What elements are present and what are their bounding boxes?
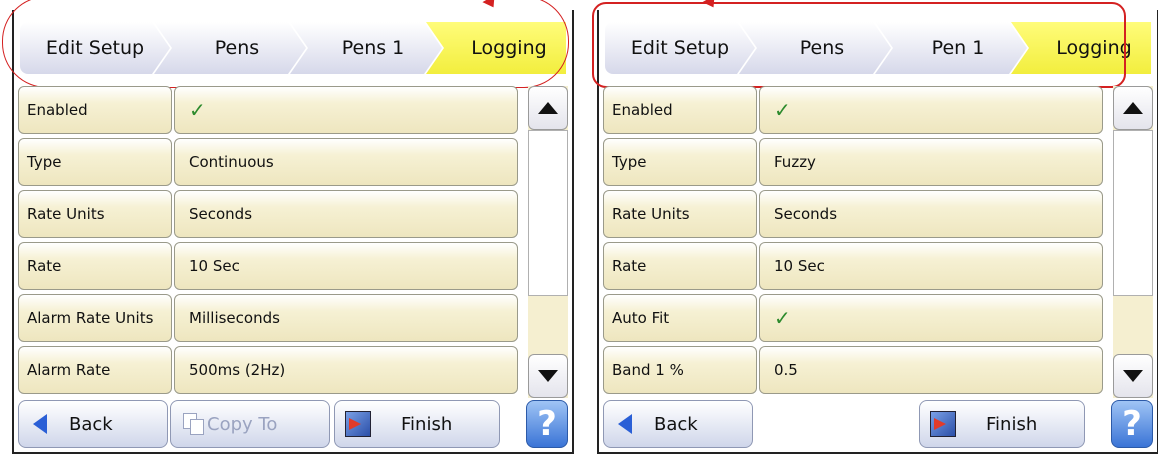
setting-row-enabled[interactable]: Enabled ✓: [603, 86, 1103, 134]
setting-value[interactable]: ✓: [759, 294, 1103, 342]
scroll-down-button[interactable]: [1113, 354, 1153, 398]
back-button[interactable]: Back: [603, 400, 753, 448]
scroll-thumb[interactable]: [1113, 130, 1153, 296]
highlight-arrow: [702, 0, 720, 11]
help-button[interactable]: ?: [1111, 400, 1153, 448]
breadcrumb: Edit Setup Pens Pens 1 Logging: [20, 16, 566, 82]
help-icon: ?: [537, 404, 557, 444]
scroll-up-button[interactable]: [528, 86, 568, 130]
setting-label: Rate Units: [603, 190, 757, 238]
setting-label: Rate: [18, 242, 172, 290]
footer-toolbar: Back Copy To Finish ?: [18, 400, 572, 450]
crumb-pen-1[interactable]: Pen 1: [875, 22, 1027, 74]
logging-screen-right: Edit Setup Pens Pen 1 Logging Enabled ✓ …: [592, 0, 1158, 454]
crumb-edit-setup[interactable]: Edit Setup: [20, 22, 170, 74]
setting-label: Enabled: [18, 86, 172, 134]
finish-label: Finish: [986, 413, 1038, 435]
setting-value[interactable]: 0.5: [759, 346, 1103, 394]
scroll-down-icon: [1123, 370, 1143, 382]
finish-button[interactable]: Finish: [334, 400, 500, 448]
scroll-up-icon: [1123, 102, 1143, 114]
crumb-label: Pens: [799, 37, 845, 59]
setting-value[interactable]: ✓: [174, 86, 518, 134]
setting-label: Alarm Rate Units: [18, 294, 172, 342]
back-label: Back: [69, 413, 113, 435]
scroll-thumb[interactable]: [528, 130, 568, 296]
setting-row-type[interactable]: Type Fuzzy: [603, 138, 1103, 186]
setting-value[interactable]: Fuzzy: [759, 138, 1103, 186]
crumb-pens[interactable]: Pens: [739, 22, 891, 74]
setting-row-enabled[interactable]: Enabled ✓: [18, 86, 518, 134]
back-arrow-icon: [618, 414, 632, 434]
setting-label: Type: [18, 138, 172, 186]
scroll-up-button[interactable]: [1113, 86, 1153, 130]
setting-label: Rate: [603, 242, 757, 290]
setting-value[interactable]: 10 Sec: [759, 242, 1103, 290]
crumb-edit-setup[interactable]: Edit Setup: [605, 22, 755, 74]
finish-icon: [930, 411, 956, 437]
breadcrumb: Edit Setup Pens Pen 1 Logging: [605, 16, 1151, 82]
crumb-label: Logging: [471, 37, 547, 59]
setting-label: Enabled: [603, 86, 757, 134]
setting-row-alarm-rate-units[interactable]: Alarm Rate Units Milliseconds: [18, 294, 518, 342]
setting-row-rate[interactable]: Rate 10 Sec: [18, 242, 518, 290]
back-button[interactable]: Back: [18, 400, 168, 448]
crumb-label: Logging: [1056, 37, 1132, 59]
scroll-down-button[interactable]: [528, 354, 568, 398]
scroll-up-icon: [538, 102, 558, 114]
crumb-label: Edit Setup: [630, 37, 730, 59]
help-button[interactable]: ?: [526, 400, 568, 448]
setting-row-auto-fit[interactable]: Auto Fit ✓: [603, 294, 1103, 342]
crumb-pens-1[interactable]: Pens 1: [290, 22, 442, 74]
setting-row-rate-units[interactable]: Rate Units Seconds: [603, 190, 1103, 238]
check-icon: ✓: [189, 98, 206, 122]
highlight-arrow: [482, 0, 500, 11]
scroll-down-icon: [538, 370, 558, 382]
setting-value[interactable]: Milliseconds: [174, 294, 518, 342]
setting-label: Rate Units: [18, 190, 172, 238]
setting-row-rate[interactable]: Rate 10 Sec: [603, 242, 1103, 290]
crumb-pens[interactable]: Pens: [154, 22, 306, 74]
setting-value[interactable]: 10 Sec: [174, 242, 518, 290]
copy-to-label: Copy To: [207, 413, 278, 435]
setting-value[interactable]: Seconds: [759, 190, 1103, 238]
setting-value[interactable]: Continuous: [174, 138, 518, 186]
finish-label: Finish: [401, 413, 453, 435]
crumb-label: Edit Setup: [45, 37, 145, 59]
setting-row-type[interactable]: Type Continuous: [18, 138, 518, 186]
back-arrow-icon: [33, 414, 47, 434]
setting-row-alarm-rate[interactable]: Alarm Rate 500ms (2Hz): [18, 346, 518, 394]
scrollbar[interactable]: [528, 86, 568, 398]
help-icon: ?: [1122, 404, 1142, 444]
setting-row-rate-units[interactable]: Rate Units Seconds: [18, 190, 518, 238]
setting-label: Type: [603, 138, 757, 186]
setting-value[interactable]: 500ms (2Hz): [174, 346, 518, 394]
check-icon: ✓: [774, 306, 791, 330]
setting-value[interactable]: Seconds: [174, 190, 518, 238]
logging-screen-left: Edit Setup Pens Pens 1 Logging Enabled ✓…: [2, 0, 574, 454]
setting-label: Auto Fit: [603, 294, 757, 342]
finish-icon: [345, 411, 371, 437]
setting-value[interactable]: ✓: [759, 86, 1103, 134]
crumb-logging[interactable]: Logging: [1011, 22, 1151, 74]
setting-label: Alarm Rate: [18, 346, 172, 394]
copy-icon: [183, 413, 205, 435]
scrollbar[interactable]: [1113, 86, 1153, 398]
footer-toolbar: Back Finish ?: [603, 400, 1157, 450]
back-label: Back: [654, 413, 698, 435]
check-icon: ✓: [774, 98, 791, 122]
setting-row-band-1[interactable]: Band 1 % 0.5: [603, 346, 1103, 394]
copy-to-button[interactable]: Copy To: [170, 400, 330, 448]
setting-label: Band 1 %: [603, 346, 757, 394]
finish-button[interactable]: Finish: [919, 400, 1085, 448]
crumb-label: Pens 1: [341, 37, 405, 59]
crumb-label: Pen 1: [931, 37, 985, 59]
crumb-label: Pens: [214, 37, 260, 59]
crumb-logging[interactable]: Logging: [426, 22, 566, 74]
